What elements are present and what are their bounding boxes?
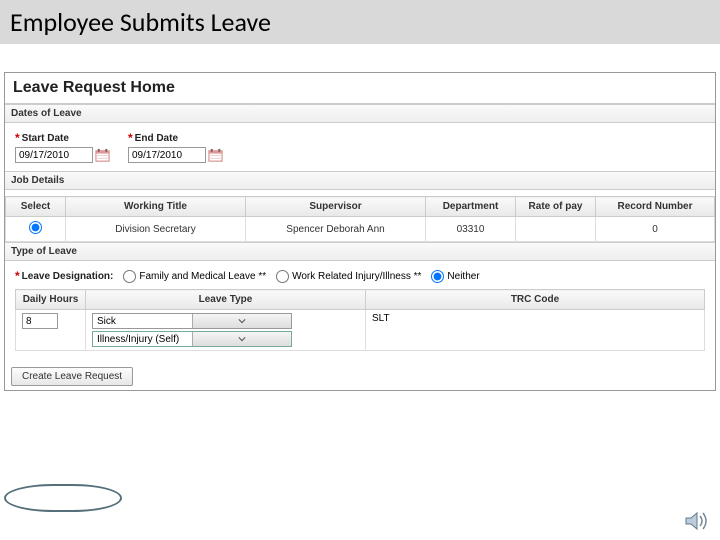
col-daily-hours: Daily Hours bbox=[16, 290, 86, 310]
end-date-field: *End Date bbox=[128, 131, 223, 163]
section-dates-header: Dates of Leave bbox=[5, 104, 715, 123]
chevron-down-icon bbox=[192, 332, 292, 346]
radio-work[interactable]: Work Related Injury/Illness ** bbox=[276, 270, 421, 283]
job-details-table: Select Working Title Supervisor Departme… bbox=[5, 196, 715, 242]
chevron-down-icon bbox=[192, 314, 292, 328]
required-icon: * bbox=[128, 131, 133, 145]
col-record: Record Number bbox=[596, 197, 715, 217]
col-supervisor: Supervisor bbox=[246, 197, 426, 217]
app-panel: Leave Request Home Dates of Leave *Start… bbox=[4, 72, 716, 391]
start-date-input[interactable] bbox=[15, 147, 93, 163]
required-icon: * bbox=[15, 269, 20, 283]
col-working-title: Working Title bbox=[66, 197, 246, 217]
col-trc: TRC Code bbox=[366, 290, 705, 310]
end-date-label: End Date bbox=[135, 133, 178, 144]
radio-neither[interactable]: Neither bbox=[431, 270, 479, 283]
create-leave-request-button[interactable]: Create Leave Request bbox=[11, 367, 133, 386]
section-job-body: Select Working Title Supervisor Departme… bbox=[5, 190, 715, 242]
required-icon: * bbox=[15, 131, 20, 145]
start-date-field: *Start Date bbox=[15, 131, 110, 163]
section-job-header: Job Details bbox=[5, 171, 715, 190]
section-type-header: Type of Leave bbox=[5, 242, 715, 261]
cell-rate bbox=[516, 217, 596, 242]
col-select: Select bbox=[6, 197, 66, 217]
page-title: Leave Request Home bbox=[5, 73, 715, 103]
slide-title-bar: Employee Submits Leave bbox=[0, 0, 720, 44]
section-dates-body: *Start Date *End Date bbox=[5, 123, 715, 171]
cell-working-title: Division Secretary bbox=[66, 217, 246, 242]
leave-type-select[interactable]: Sick bbox=[92, 313, 292, 329]
section-type-body: *Leave Designation: Family and Medical L… bbox=[5, 261, 715, 359]
cell-trc: SLT bbox=[366, 310, 705, 351]
job-select-radio[interactable] bbox=[29, 221, 42, 234]
table-row: Sick Illness/Injury (Self) SLT bbox=[16, 310, 705, 351]
end-date-input[interactable] bbox=[128, 147, 206, 163]
col-department: Department bbox=[426, 197, 516, 217]
col-leave-type: Leave Type bbox=[86, 290, 366, 310]
calendar-icon[interactable] bbox=[95, 148, 110, 163]
leave-type-table: Daily Hours Leave Type TRC Code Sick bbox=[15, 289, 705, 351]
slide-title: Employee Submits Leave bbox=[10, 6, 710, 38]
speaker-icon bbox=[684, 510, 710, 532]
daily-hours-input[interactable] bbox=[22, 313, 58, 329]
col-rate: Rate of pay bbox=[516, 197, 596, 217]
cell-supervisor: Spencer Deborah Ann bbox=[246, 217, 426, 242]
radio-family[interactable]: Family and Medical Leave ** bbox=[123, 270, 266, 283]
calendar-icon[interactable] bbox=[208, 148, 223, 163]
cell-record: 0 bbox=[596, 217, 715, 242]
table-row: Division Secretary Spencer Deborah Ann 0… bbox=[6, 217, 715, 242]
leave-subtype-select[interactable]: Illness/Injury (Self) bbox=[92, 331, 292, 347]
annotation-circle bbox=[4, 484, 122, 512]
designation-label: Leave Designation: bbox=[22, 271, 114, 282]
leave-subtype-value: Illness/Injury (Self) bbox=[93, 334, 192, 345]
leave-type-value: Sick bbox=[93, 316, 192, 327]
start-date-label: Start Date bbox=[22, 133, 69, 144]
cell-department: 03310 bbox=[426, 217, 516, 242]
